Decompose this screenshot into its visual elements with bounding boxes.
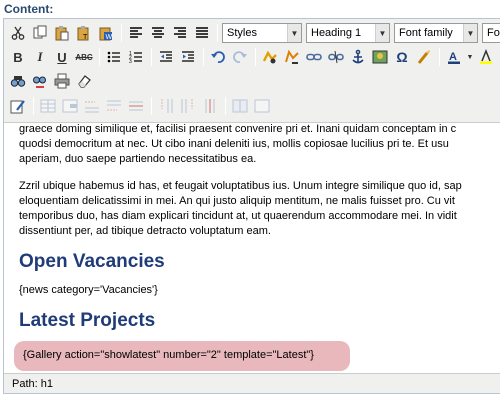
paragraph-line: dissentiunt per, ad tibique detracto vol… [19, 225, 271, 237]
rich-text-editor: T W Styles ▼ Heading 1 ▼ Font family ▼ Fo B… [3, 18, 500, 394]
row-after-icon[interactable] [104, 96, 124, 116]
paste-icon[interactable] [52, 23, 72, 43]
insert-gallery-icon[interactable] [282, 47, 302, 67]
chevron-down-icon: ▼ [463, 24, 477, 42]
row-before-icon[interactable] [82, 96, 102, 116]
redo-icon[interactable] [230, 47, 250, 67]
insert-image-icon[interactable] [370, 47, 390, 67]
toolbar-separator [217, 24, 218, 42]
cleanup-icon[interactable] [414, 47, 434, 67]
svg-text:3: 3 [129, 59, 132, 65]
heading-open-vacancies: Open Vacancies [19, 251, 165, 272]
toolbar-separator [151, 48, 152, 66]
copy-icon[interactable] [30, 23, 50, 43]
print-icon[interactable] [52, 71, 72, 91]
eraser-icon[interactable] [74, 71, 94, 91]
bold-icon[interactable]: B [8, 47, 28, 67]
special-character-icon[interactable]: Ω [392, 47, 412, 67]
link-icon[interactable] [304, 47, 324, 67]
text-color-icon[interactable]: A [444, 47, 464, 67]
toolbar-row-4 [8, 94, 274, 118]
font-family-select-value: Font family [399, 27, 453, 39]
toolbar-row-3 [8, 69, 96, 93]
align-justify-icon[interactable] [192, 23, 212, 43]
styles-select[interactable]: Styles ▼ [222, 23, 302, 43]
table-props-icon[interactable] [38, 96, 58, 116]
outdent-icon[interactable] [156, 47, 176, 67]
editor-status-bar: Path: h1 [4, 373, 500, 393]
toolbar-separator [255, 48, 256, 66]
col-after-icon[interactable] [178, 96, 198, 116]
align-right-icon[interactable] [170, 23, 190, 43]
align-center-icon[interactable] [148, 23, 168, 43]
element-path: Path: h1 [12, 378, 53, 390]
toolbar-separator [225, 97, 226, 115]
background-color-icon[interactable] [476, 47, 496, 67]
delete-row-icon[interactable] [126, 96, 146, 116]
font-size-select[interactable]: Fo [482, 23, 500, 43]
news-tag: {news category='Vacancies'} [19, 284, 158, 296]
gallery-tag: {Gallery action="showlatest" number="2" … [23, 349, 314, 361]
font-family-select[interactable]: Font family ▼ [394, 23, 478, 43]
svg-text:T: T [83, 34, 88, 41]
format-select[interactable]: Heading 1 ▼ [306, 23, 390, 43]
undo-icon[interactable] [208, 47, 228, 67]
paragraph-line: eloquentiam delicatissimi in mei. An qui… [19, 195, 455, 207]
toolbar-separator [99, 48, 100, 66]
delete-col-icon[interactable] [200, 96, 220, 116]
toolbar-separator [151, 97, 152, 115]
font-size-select-value: Fo [487, 27, 500, 39]
find-icon[interactable] [8, 71, 28, 91]
numbered-list-icon[interactable]: 123 [126, 47, 146, 67]
content-field-label: Content: [4, 2, 54, 16]
heading-latest-projects: Latest Projects [19, 310, 156, 331]
editor-content-area[interactable]: graece doming similique et, facilisi pra… [4, 123, 500, 375]
chevron-down-icon[interactable]: ▼ [466, 47, 474, 67]
bullet-list-icon[interactable] [104, 47, 124, 67]
col-before-icon[interactable] [156, 96, 176, 116]
split-cells-icon[interactable] [230, 96, 250, 116]
find-replace-icon[interactable] [30, 71, 50, 91]
format-select-value: Heading 1 [311, 27, 362, 39]
paragraph-1: graece doming similique et, facilisi pra… [19, 123, 500, 167]
paragraph-line: aperiam, duo saepe partiendo necessitati… [19, 153, 257, 165]
insert-image-manager-icon[interactable] [260, 47, 280, 67]
toolbar-separator [203, 48, 204, 66]
chevron-down-icon: ▼ [287, 24, 301, 42]
toolbar-separator [121, 24, 122, 42]
toolbar-separator [33, 97, 34, 115]
indent-icon[interactable] [178, 47, 198, 67]
toolbar-separator [439, 48, 440, 66]
align-left-icon[interactable] [126, 23, 146, 43]
paste-word-icon[interactable]: W [96, 23, 116, 43]
editor-toolbar: T W Styles ▼ Heading 1 ▼ Font family ▼ Fo B… [4, 19, 500, 123]
styles-select-value: Styles [227, 27, 257, 39]
toolbar-row-2: B I U ABC 123 Ω A ▼ [8, 45, 498, 69]
italic-icon[interactable]: I [30, 47, 50, 67]
cell-props-icon[interactable] [60, 96, 80, 116]
paragraph-line: graece doming similique et, facilisi pra… [19, 123, 457, 135]
paragraph-line: Zzril ubique habemus id has, et feugait … [19, 180, 462, 192]
merge-cells-icon[interactable] [252, 96, 272, 116]
paste-text-icon[interactable]: T [74, 23, 94, 43]
cut-icon[interactable] [8, 23, 28, 43]
paragraph-2: Zzril ubique habemus id has, et feugait … [19, 179, 500, 239]
paragraph-line: temporibus duo, has diam explicari tinci… [19, 210, 457, 222]
svg-text:A: A [449, 51, 457, 63]
strikethrough-icon[interactable]: ABC [74, 47, 94, 67]
svg-text:W: W [106, 34, 113, 41]
chevron-down-icon: ▼ [375, 24, 389, 42]
unlink-icon[interactable] [326, 47, 346, 67]
toolbar-row-1: T W Styles ▼ Heading 1 ▼ Font family ▼ Fo [8, 21, 500, 45]
underline-icon[interactable]: U [52, 47, 72, 67]
anchor-icon[interactable] [348, 47, 368, 67]
edit-html-icon[interactable] [8, 96, 28, 116]
paragraph-line: quodsi democritum at nec. Ut cibo inani … [19, 138, 449, 150]
